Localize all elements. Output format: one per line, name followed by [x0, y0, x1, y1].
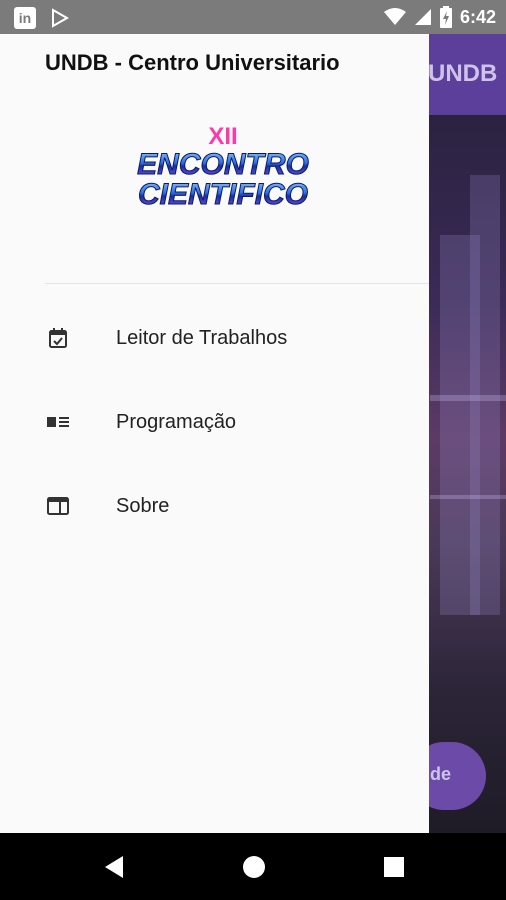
menu-item-sobre[interactable]: Sobre: [0, 471, 429, 541]
menu-item-label: Sobre: [116, 494, 170, 517]
linkedin-icon: in: [14, 7, 36, 29]
status-time: 6:42: [459, 6, 496, 27]
navigation-drawer[interactable]: UNDB - Centro Universitario XII ENCONTRO…: [0, 34, 429, 833]
menu-item-programacao[interactable]: Programação: [0, 387, 429, 457]
drawer-title: UNDB - Centro Universitario: [45, 50, 340, 75]
recents-icon: [384, 857, 404, 877]
web-window-icon: [46, 494, 70, 518]
background-fab-label: de: [430, 764, 452, 784]
featured-list-icon: [46, 410, 70, 434]
wifi-icon: [383, 8, 406, 25]
status-bar: in 6:42: [0, 0, 506, 34]
back-button[interactable]: [100, 853, 128, 881]
logo-line-cientifico: CIENTIFICO: [138, 178, 308, 210]
logo-line-encontro: ENCONTRO: [137, 148, 309, 181]
recents-button[interactable]: [380, 853, 408, 881]
encontro-cientifico-logo: XII ENCONTRO CIENTIFICO: [137, 126, 310, 210]
battery-charging-icon: [439, 6, 452, 28]
calendar-check-icon: [46, 326, 70, 350]
menu-item-label: Programação: [116, 410, 237, 433]
menu-item-leitor-de-trabalhos[interactable]: Leitor de Trabalhos: [0, 303, 429, 373]
play-store-icon: [52, 8, 70, 28]
home-button[interactable]: [240, 853, 268, 881]
signal-icon: [414, 9, 431, 25]
background-app-title: UNDB: [428, 60, 498, 87]
drawer-divider: [45, 283, 429, 284]
home-icon: [243, 856, 265, 878]
back-icon: [105, 856, 123, 878]
navigation-bar: [0, 833, 506, 900]
logo-roman-numeral: XII: [208, 126, 237, 150]
menu-item-label: Leitor de Trabalhos: [116, 326, 288, 349]
